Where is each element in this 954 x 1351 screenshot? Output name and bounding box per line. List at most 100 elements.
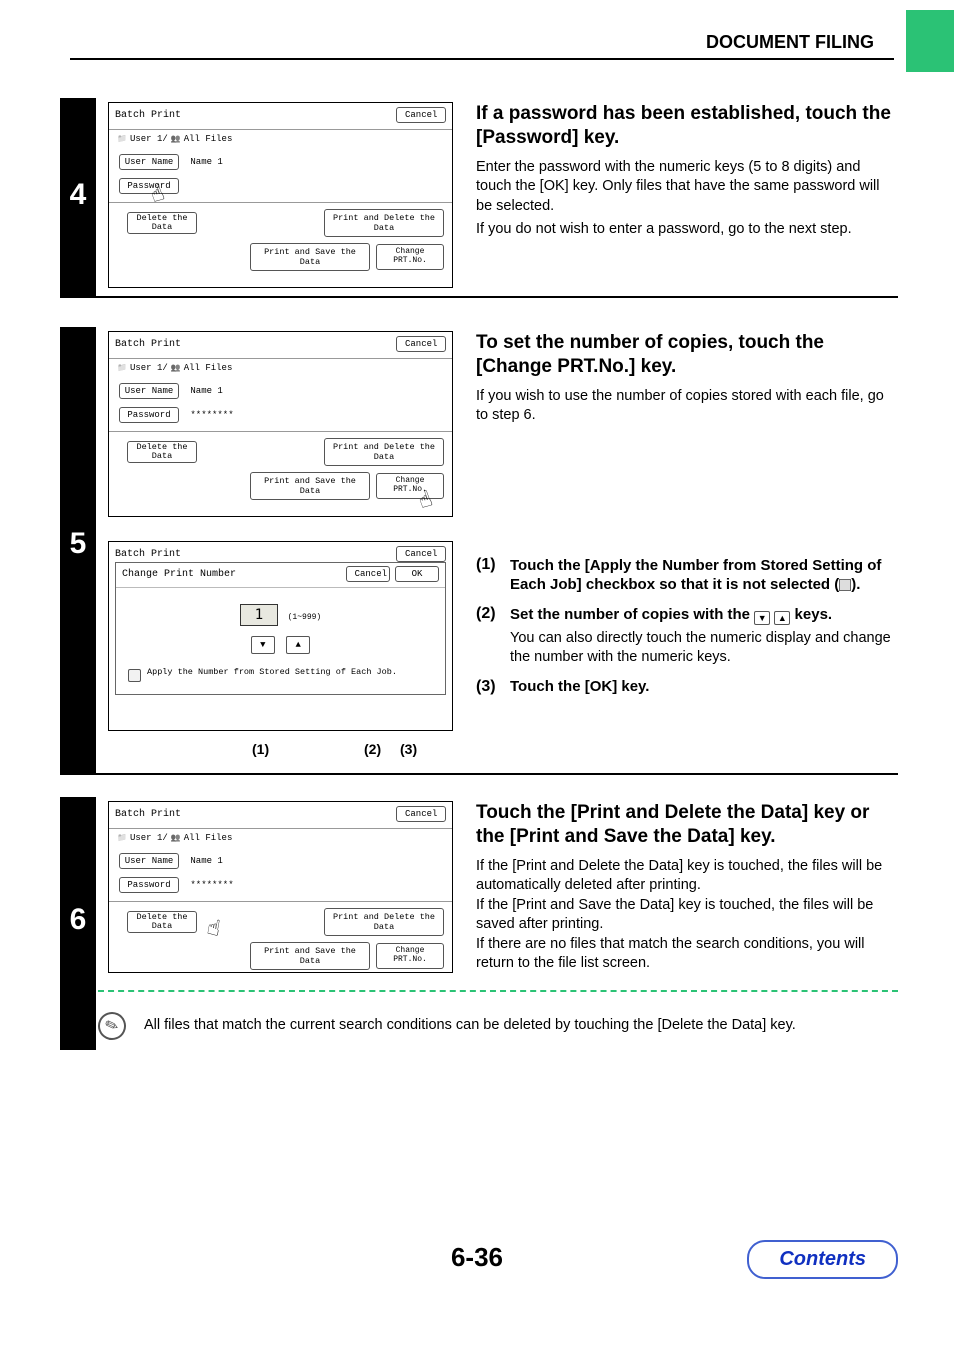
step-divider [60,296,898,298]
callout-2: (2) [364,741,381,757]
step-col-end [60,1046,96,1050]
user-name-button[interactable]: User Name [119,383,179,399]
list3-text: Touch the [OK] key. [510,678,898,696]
side-tab [906,10,954,72]
arrow-up-button[interactable]: ▲ [286,636,310,654]
header-rule [70,58,894,60]
user-name-value: Name 1 [190,157,222,167]
list-num-3: (3) [476,678,502,696]
callout-3: (3) [400,741,417,757]
dialog-ok-button[interactable]: OK [395,566,439,582]
step6-body3: If there are no files that match the sea… [476,935,898,974]
step-number-4: 4 [60,178,96,212]
list2-text2: keys. [790,606,832,623]
change-prt-button[interactable]: Change PRT.No. [376,473,444,499]
folder-icon [117,134,127,144]
print-delete-button[interactable]: Print and Delete the Data [324,438,444,466]
panel-title: Batch Print [115,809,181,820]
step6-body2: If the [Print and Save the Data] key is … [476,896,898,935]
header-section: DOCUMENT FILING [706,32,874,53]
print-delete-button[interactable]: Print and Delete the Data [324,908,444,936]
dialog-title: Change Print Number [122,569,236,580]
step5-body1: If you wish to use the number of copies … [476,387,898,426]
change-prt-button[interactable]: Change PRT.No. [376,244,444,270]
list1-text2: ). [851,576,860,593]
copies-display[interactable]: 1 [240,604,278,626]
folder-icon [117,833,127,843]
breadcrumb: User 1/ All Files [109,829,452,847]
panel-step5a: Batch Print Cancel User 1/ All Files Use… [108,331,453,517]
cancel-button[interactable]: Cancel [396,806,446,822]
user-name-button[interactable]: User Name [119,154,179,170]
panel-step5b: Batch Print Cancel Change Print Number C… [108,541,453,731]
crumb-user: User 1/ [130,134,168,144]
crumb-files: All Files [184,134,233,144]
user-name-value: Name 1 [190,386,222,396]
arrow-up-icon: ▲ [774,611,790,625]
callout-1: (1) [252,741,269,757]
group-icon [171,363,181,373]
password-value: ******** [190,880,233,890]
crumb-user: User 1/ [130,833,168,843]
contents-link[interactable]: Contents [747,1240,898,1279]
step4-heading: If a password has been established, touc… [476,102,898,150]
step6-body1: If the [Print and Delete the Data] key i… [476,857,898,896]
list1-text: Touch the [Apply the Number from Stored … [510,557,881,594]
print-save-button[interactable]: Print and Save the Data [250,472,370,500]
list2-sub: You can also directly touch the numeric … [510,629,898,668]
group-icon [171,134,181,144]
dialog-cancel-button[interactable]: Cancel [346,566,390,582]
step6-heading: Touch the [Print and Delete the Data] ke… [476,801,898,849]
delete-data-button[interactable]: Delete the Data [127,441,197,463]
arrow-down-icon: ▼ [754,611,770,625]
password-button[interactable]: Password [119,407,179,423]
print-delete-button[interactable]: Print and Delete the Data [324,209,444,237]
crumb-files: All Files [184,363,233,373]
panel-title: Batch Print [115,339,181,350]
outer-cancel-button[interactable]: Cancel [396,546,446,562]
list-num-1: (1) [476,556,502,595]
user-name-value: Name 1 [190,856,222,866]
panel-step4: Batch Print Cancel User 1/ All Files Use… [108,102,453,288]
list2-text: Set the number of copies with the [510,606,754,623]
breadcrumb: User 1/ All Files [109,130,452,148]
folder-icon [117,363,127,373]
note-icon: ✎ [94,1008,130,1044]
password-button[interactable]: Password [119,877,179,893]
delete-data-button[interactable]: Delete the Data [127,911,197,933]
outer-panel-title: Batch Print [115,549,181,560]
step-number-5: 5 [60,527,96,561]
dashed-divider [98,990,898,992]
crumb-files: All Files [184,833,233,843]
step-number-6: 6 [60,903,96,937]
panel-step6: Batch Print Cancel User 1/ All Files Use… [108,801,453,973]
delete-data-button[interactable]: Delete the Data [127,212,197,234]
hand-cursor-icon: ☝ [205,915,223,943]
change-print-number-dialog: Change Print Number Cancel OK 1 (1~999) … [115,562,446,695]
copies-range: (1~999) [288,613,322,622]
step-number-col: 6 [60,797,96,1046]
change-prt-button[interactable]: Change PRT.No. [376,943,444,969]
step5-heading: To set the number of copies, touch the [… [476,331,898,379]
group-icon [171,833,181,843]
cancel-button[interactable]: Cancel [396,336,446,352]
crumb-user: User 1/ [130,363,168,373]
step4-body1: Enter the password with the numeric keys… [476,158,898,217]
step4-body2: If you do not wish to enter a password, … [476,220,898,240]
cancel-button[interactable]: Cancel [396,107,446,123]
arrow-down-button[interactable]: ▼ [251,636,275,654]
step-number-col: 4 [60,98,96,298]
apply-checkbox-label: Apply the Number from Stored Setting of … [147,668,397,677]
user-name-button[interactable]: User Name [119,853,179,869]
checkbox-icon [839,579,851,591]
breadcrumb: User 1/ All Files [109,359,452,377]
apply-checkbox[interactable] [128,669,141,682]
password-value: ******** [190,410,233,420]
note-text: All files that match the current search … [144,1016,796,1036]
panel-title: Batch Print [115,110,181,121]
step-divider [60,773,898,775]
print-save-button[interactable]: Print and Save the Data [250,942,370,970]
print-save-button[interactable]: Print and Save the Data [250,243,370,271]
list-num-2: (2) [476,605,502,668]
step-number-col: 5 [60,327,96,775]
